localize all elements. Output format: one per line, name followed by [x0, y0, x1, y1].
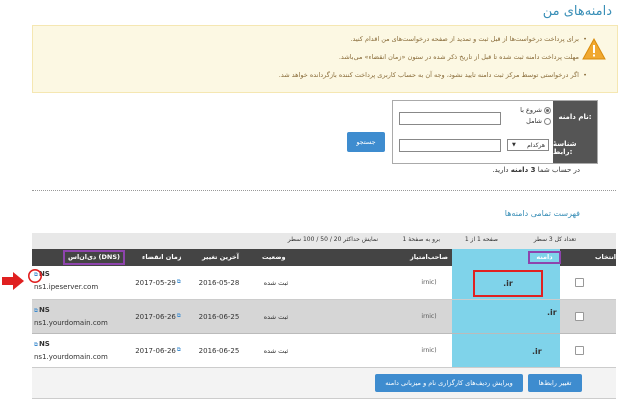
- status-value: ثبت شده: [263, 346, 289, 355]
- starts-with-option[interactable]: شروع با: [507, 105, 551, 116]
- dns-label: ⧉NS: [34, 306, 50, 314]
- domain-search-input[interactable]: [399, 112, 501, 125]
- col-dns: دی‌ان‌اس (DNS): [63, 250, 125, 265]
- page-title: دامنه‌های من: [542, 4, 612, 19]
- external-link-icon[interactable]: ⧉: [177, 279, 181, 286]
- expire-value: 2017-06-26 ⧉: [135, 312, 181, 321]
- table-row: .ir irnic) ثبت شده 2016-06-25 2017-06-26…: [32, 334, 616, 368]
- notice-line: مهلت پرداخت دامنه ثبت شده تا قبل از تاری…: [67, 48, 587, 66]
- warning-icon: [582, 38, 606, 60]
- radio-starts-with[interactable]: [544, 106, 551, 114]
- external-link-icon[interactable]: ⧉: [34, 342, 38, 348]
- last-change-value: 2016-06-25: [198, 312, 240, 321]
- notice-line: برای پرداخت درخواست‌ها از قبل ثبت و تمدی…: [67, 30, 587, 48]
- external-link-icon[interactable]: ⧉: [177, 347, 181, 354]
- dns-value: ⧉NS ns1.yourdomain.com: [34, 304, 108, 329]
- highlight-circle-icon: [28, 269, 42, 283]
- pager-total: تعداد کل 3 سطر: [533, 236, 576, 243]
- expire-value: 2017-06-26 ⧉: [135, 346, 181, 355]
- last-change-value: 2016-06-25: [198, 346, 240, 355]
- dns-host: ns1.ipeserver.com: [34, 283, 99, 291]
- dns-host: ns1.yourdomain.com: [34, 319, 108, 327]
- holder-value: irnic): [421, 347, 437, 354]
- domain-cell-bg: [452, 300, 560, 333]
- pager-goto[interactable]: برو به صفحهٔ 1: [402, 236, 440, 243]
- table-row: .ir irnic) ثبت شده 2016-06-25 2017-06-26…: [32, 300, 616, 334]
- col-status: وضعیت: [262, 253, 286, 261]
- col-expire: زمان انقضاء: [142, 253, 182, 261]
- radio-contains[interactable]: [544, 117, 551, 125]
- chevron-down-icon: ▼: [512, 142, 516, 148]
- dns-value: ⧉NS ns1.ipeserver.com: [34, 268, 98, 293]
- domain-name-label: نام دامنه:: [553, 101, 597, 132]
- domain-link[interactable]: .ir: [532, 347, 542, 356]
- row-checkbox[interactable]: [574, 346, 584, 355]
- col-select: انتخاب: [595, 253, 616, 261]
- domain-count-summary: در حساب شما 3 دامنه دارید.: [492, 166, 580, 174]
- list-title: فهرست تمامی دامنه‌ها: [504, 209, 580, 218]
- status-value: ثبت شده: [263, 312, 289, 321]
- contact-search-input[interactable]: [399, 139, 501, 152]
- expire-value: 2017-05-29 ⧉: [135, 278, 181, 287]
- contact-id-label: شناسهٔ رابط:: [553, 132, 597, 163]
- edit-dns-button[interactable]: ویرایش ردیف‌های کارگزاری نام و میزبانی د…: [375, 374, 523, 392]
- search-form: نام دامنه: شناسهٔ رابط: شروع با شامل هرک…: [392, 100, 598, 164]
- external-link-icon[interactable]: ⧉: [177, 313, 181, 320]
- domain-link[interactable]: .ir: [547, 308, 557, 317]
- pager-page-size[interactable]: نمایش حداکثر 20 / 50 / 100 سطر: [288, 236, 378, 243]
- last-change-value: 2016-05-28: [198, 278, 240, 287]
- status-value: ثبت شده: [263, 278, 289, 287]
- col-domain[interactable]: دامنه: [528, 251, 561, 264]
- dns-host: ns1.yourdomain.com: [34, 353, 108, 361]
- table-row: .ir irnic) ثبت شده 2016-05-28 2017-05-29…: [32, 266, 616, 300]
- contains-option[interactable]: شامل: [507, 116, 551, 127]
- col-last-change: آخرین تغییر: [202, 253, 239, 261]
- dns-label: ⧉NS: [34, 270, 50, 278]
- row-checkbox[interactable]: [574, 312, 584, 321]
- pager-page: صفحه 1 از 1: [464, 236, 498, 243]
- separator: [32, 190, 616, 191]
- col-holder: صاحب‌امتیاز: [410, 253, 449, 261]
- external-link-icon[interactable]: ⧉: [34, 308, 38, 314]
- holder-value: irnic): [421, 279, 437, 286]
- notice-line: اگر درخواستی توسط مرکز ثبت دامنه تایید ن…: [67, 66, 587, 84]
- search-button[interactable]: جستجو: [347, 132, 385, 152]
- holder-value: irnic): [421, 313, 437, 320]
- change-contacts-button[interactable]: تغییر رابط‌ها: [528, 374, 582, 392]
- dns-label: ⧉NS: [34, 340, 50, 348]
- domain-cell-bg: [452, 334, 560, 367]
- contact-select[interactable]: هرکدام ▼: [507, 139, 549, 151]
- row-checkbox[interactable]: [574, 278, 584, 287]
- domain-link[interactable]: .ir: [473, 270, 543, 297]
- dns-value: ⧉NS ns1.yourdomain.com: [34, 338, 108, 363]
- notice-box: برای پرداخت درخواست‌ها از قبل ثبت و تمدی…: [32, 25, 618, 93]
